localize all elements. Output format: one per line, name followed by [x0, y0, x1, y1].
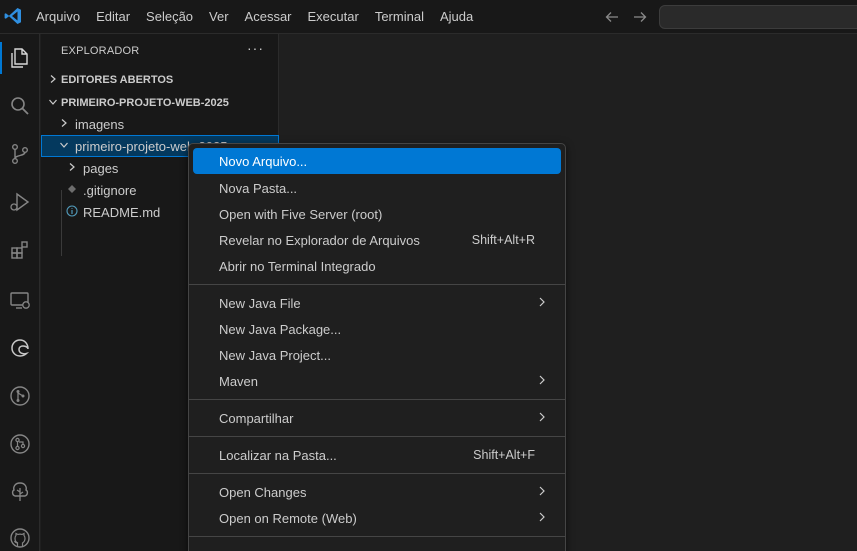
vscode-logo-icon [3, 6, 23, 26]
section-open-editors-label: EDITORES ABERTOS [61, 74, 174, 86]
menu-executar[interactable]: Executar [300, 0, 367, 34]
menu-separator [189, 399, 565, 400]
tree-item-label: README.md [83, 204, 161, 220]
tree-item-label: .gitignore [83, 182, 137, 198]
extensions-icon[interactable] [0, 230, 40, 270]
menu-terminal[interactable]: Terminal [367, 0, 432, 34]
info-icon [65, 204, 79, 220]
menu-item-new-java-file[interactable]: New Java File [193, 290, 561, 316]
more-actions-icon[interactable]: ··· [247, 40, 264, 56]
menu-separator [189, 436, 565, 437]
shortcut-label: Shift+Alt+R [471, 233, 535, 247]
chevron-down-icon [45, 97, 61, 110]
section-open-editors[interactable]: EDITORES ABERTOS [41, 69, 279, 91]
menu-item-compartilhar[interactable]: Compartilhar [193, 405, 561, 431]
tree-icon[interactable] [0, 472, 40, 512]
chevron-right-icon [65, 162, 79, 175]
submenu-chevron-icon [535, 510, 549, 524]
forward-arrow-icon[interactable] [631, 8, 649, 26]
section-project-label: PRIMEIRO-PROJETO-WEB-2025 [61, 97, 229, 109]
menu-ver[interactable]: Ver [201, 0, 237, 34]
chevron-down-icon [57, 140, 71, 153]
menu-item-abrir-terminal[interactable]: Abrir no Terminal Integrado [193, 253, 561, 279]
git-graph-icon[interactable] [0, 376, 40, 416]
submenu-chevron-icon [535, 484, 549, 498]
command-center-search[interactable] [659, 5, 857, 29]
tree-item-label: pages [83, 160, 119, 176]
menu-editar[interactable]: Editar [88, 0, 138, 34]
activity-bar [0, 34, 40, 551]
source-control-icon[interactable] [0, 134, 40, 174]
gitlens-icon[interactable] [0, 424, 40, 464]
remote-explorer-icon[interactable] [0, 280, 40, 320]
git-file-icon [65, 184, 79, 197]
menu-item-open-changes[interactable]: Open Changes [193, 479, 561, 505]
menu-bar: Arquivo Editar Seleção Ver Acessar Execu… [28, 0, 481, 34]
menu-item-novo-arquivo[interactable]: Novo Arquivo... [193, 148, 561, 174]
search-icon[interactable] [0, 86, 40, 126]
menu-separator [189, 536, 565, 537]
submenu-chevron-icon [535, 295, 549, 309]
section-project[interactable]: PRIMEIRO-PROJETO-WEB-2025 [41, 92, 279, 114]
github-icon[interactable] [0, 518, 40, 551]
menu-item-five-server[interactable]: Open with Five Server (root) [193, 201, 561, 227]
menu-item-revelar-explorador[interactable]: Revelar no Explorador de Arquivos Shift+… [193, 227, 561, 253]
tree-item-imagens[interactable]: imagens [41, 113, 279, 135]
menu-arquivo[interactable]: Arquivo [28, 0, 88, 34]
run-debug-icon[interactable] [0, 182, 40, 222]
menu-item-maven[interactable]: Maven [193, 368, 561, 394]
chevron-right-icon [45, 74, 61, 87]
context-menu: Novo Arquivo... Nova Pasta... Open with … [188, 143, 566, 551]
menu-item-open-remote[interactable]: Open on Remote (Web) [193, 505, 561, 531]
navigation-arrows [603, 8, 649, 26]
menu-selecao[interactable]: Seleção [138, 0, 201, 34]
menu-item-localizar-pasta[interactable]: Localizar na Pasta... Shift+Alt+F [193, 442, 561, 468]
submenu-chevron-icon [535, 410, 549, 424]
explorer-icon[interactable] [0, 38, 40, 78]
chevron-right-icon [57, 118, 71, 131]
edge-devtools-icon[interactable] [0, 328, 40, 368]
tree-item-label: imagens [75, 116, 125, 132]
menu-ajuda[interactable]: Ajuda [432, 0, 481, 34]
menu-separator [189, 473, 565, 474]
submenu-chevron-icon [535, 373, 549, 387]
menu-item-nova-pasta[interactable]: Nova Pasta... [193, 175, 561, 201]
back-arrow-icon[interactable] [603, 8, 621, 26]
explorer-title: EXPLORADOR [61, 45, 140, 57]
menu-item-new-java-package[interactable]: New Java Package... [193, 316, 561, 342]
menu-separator [189, 284, 565, 285]
menu-acessar[interactable]: Acessar [237, 0, 300, 34]
shortcut-label: Shift+Alt+F [473, 448, 535, 462]
title-bar: Arquivo Editar Seleção Ver Acessar Execu… [0, 0, 857, 34]
menu-item-new-java-project[interactable]: New Java Project... [193, 342, 561, 368]
